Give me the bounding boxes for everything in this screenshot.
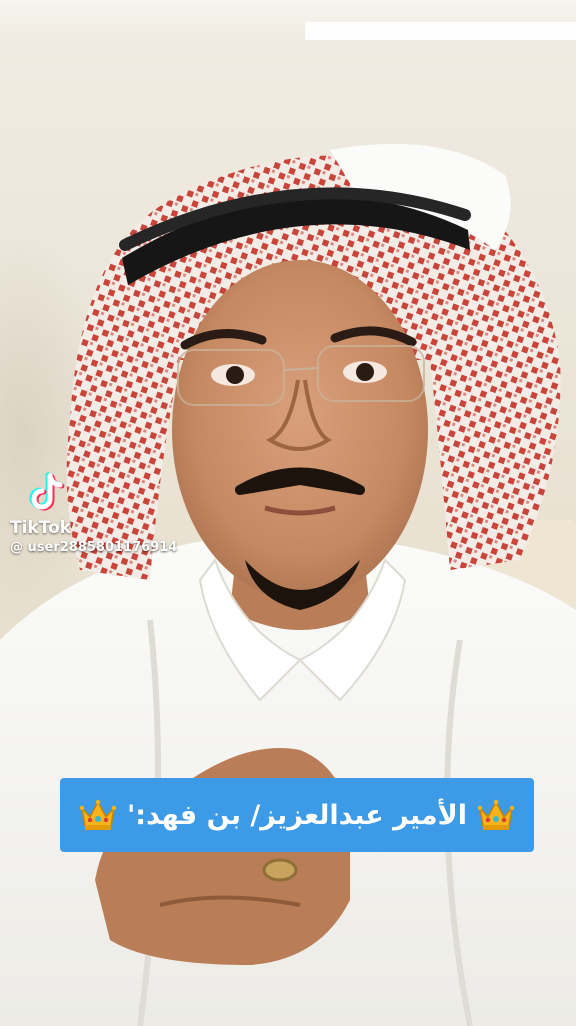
crown-icon: [79, 799, 117, 830]
tiktok-brand-label: TikTok: [10, 518, 72, 538]
tiktok-note-icon: [29, 472, 65, 511]
video-frame: TikTok @ user2885801176914 الأمير عبدالع…: [0, 0, 576, 1026]
crown-icon: [477, 799, 515, 830]
caption-bar: الأمير عبدالعزيز/ بن فهد:': [60, 778, 534, 852]
caption-text: الأمير عبدالعزيز/ بن فهد:': [127, 799, 467, 831]
tiktok-username: @ user2885801176914: [10, 540, 178, 555]
person-illustration: [0, 143, 576, 1026]
